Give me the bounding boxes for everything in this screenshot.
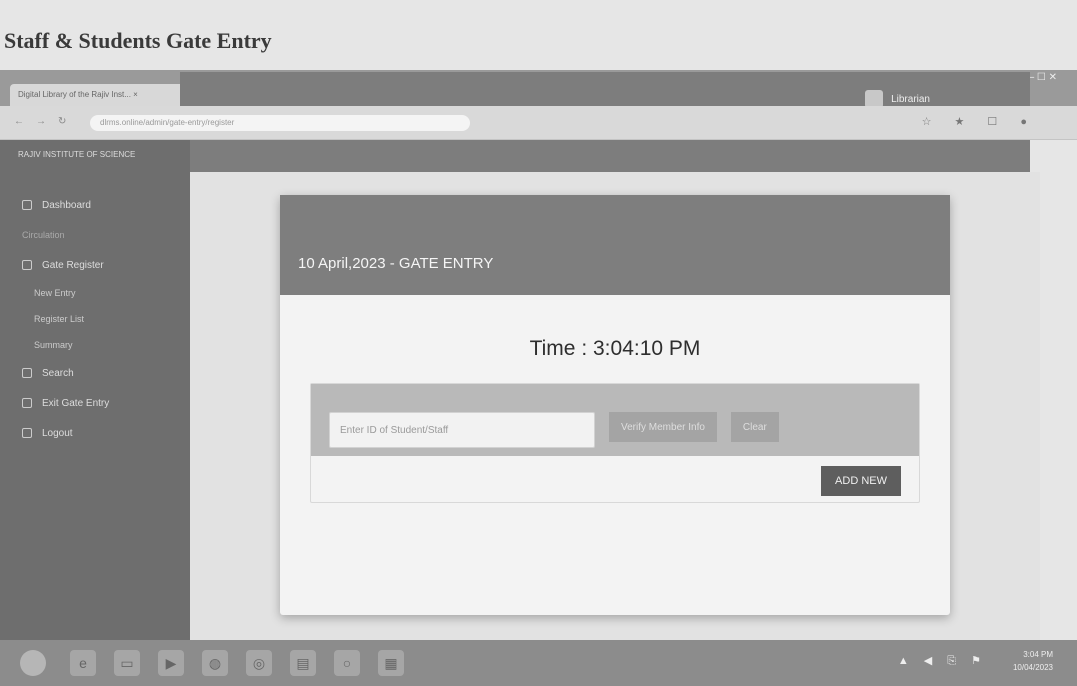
gate-entry-modal: 10 April,2023 - GATE ENTRY Time : 3:04:1… — [280, 195, 950, 615]
dashboard-icon — [22, 200, 32, 210]
taskbar-clock[interactable]: 3:04 PM 10/04/2023 — [1013, 648, 1053, 674]
sidebar-item-search[interactable]: Search — [0, 358, 190, 388]
browser-extension-icons[interactable]: ☆ ★ ☐ ● — [922, 115, 1037, 128]
sidebar-item-logout[interactable]: Logout — [0, 418, 190, 448]
clock-label: Time : — [529, 337, 588, 360]
member-id-input[interactable] — [329, 412, 595, 448]
sidebar-item-label: Logout — [42, 427, 73, 439]
register-icon — [22, 260, 32, 270]
notes-icon[interactable]: ▤ — [290, 650, 316, 676]
taskbar-apps: e ▭ ▶ ◍ ◎ ▤ ○ ▦ — [70, 650, 404, 676]
system-tray-icons[interactable]: ▲ ◀ ⎘ ⚑ — [898, 654, 987, 668]
exit-icon — [22, 398, 32, 408]
add-row: ADD NEW — [311, 456, 919, 496]
sidebar-item-label: Register List — [34, 314, 85, 324]
document-heading: Staff & Students Gate Entry — [4, 28, 272, 53]
sidebar-section-label: Circulation — [22, 230, 65, 240]
browser-tab[interactable]: Digital Library of the Rajiv Inst... × — [10, 84, 185, 106]
brand-logo-text: RAJIV INSTITUTE OF SCIENCE — [18, 150, 136, 159]
app-icon[interactable]: ○ — [334, 650, 360, 676]
entry-form-row: Verify Member Info Clear — [311, 384, 919, 456]
clock-value: 3:04:10 PM — [593, 337, 701, 360]
verify-member-button[interactable]: Verify Member Info — [609, 412, 717, 442]
media-player-icon[interactable]: ▶ — [158, 650, 184, 676]
sidebar-item-label: Dashboard — [42, 199, 91, 211]
sidebar-item-exit-gate-entry[interactable]: Exit Gate Entry — [0, 388, 190, 418]
sidebar-item-label: Gate Register — [42, 259, 104, 271]
sidebar-subitem-new-entry[interactable]: New Entry — [0, 280, 190, 306]
search-icon — [22, 368, 32, 378]
start-button[interactable] — [20, 650, 46, 676]
page-title: 10 April,2023 - GATE ENTRY — [298, 255, 494, 272]
address-bar: ← → ↻ dlrms.online/admin/gate-entry/regi… — [0, 106, 1077, 140]
firefox-icon[interactable]: ◍ — [202, 650, 228, 676]
chrome-icon[interactable]: ◎ — [246, 650, 272, 676]
sidebar: RAJIV INSTITUTE OF SCIENCE Dashboard Cir… — [0, 140, 190, 660]
clear-button[interactable]: Clear — [730, 412, 779, 442]
tab-close-icon[interactable]: × — [133, 90, 138, 99]
sidebar-subitem-register-list[interactable]: Register List — [0, 306, 190, 332]
taskbar-time: 3:04 PM — [1023, 650, 1053, 659]
reload-icon[interactable]: ↻ — [58, 116, 66, 127]
forward-icon[interactable]: → — [36, 116, 46, 127]
back-icon[interactable]: ← — [14, 116, 24, 127]
sidebar-section-circulation: Circulation — [0, 220, 190, 250]
sidebar-item-label: New Entry — [34, 288, 76, 298]
calculator-icon[interactable]: ▦ — [378, 650, 404, 676]
tab-title: Digital Library of the Rajiv Inst... — [18, 90, 131, 99]
taskbar: e ▭ ▶ ◍ ◎ ▤ ○ ▦ ▲ ◀ ⎘ ⚑ 3:04 PM 10/04/20… — [0, 640, 1077, 686]
taskbar-date: 10/04/2023 — [1012, 663, 1053, 672]
sidebar-item-label: Exit Gate Entry — [42, 397, 110, 409]
modal-header: 10 April,2023 - GATE ENTRY — [280, 195, 950, 295]
folder-icon[interactable]: ▭ — [114, 650, 140, 676]
sidebar-item-dashboard[interactable]: Dashboard — [0, 190, 190, 220]
entry-panel: Verify Member Info Clear ADD NEW — [310, 383, 920, 503]
sidebar-nav: Dashboard Circulation Gate Register New … — [0, 190, 190, 448]
sidebar-item-label: Summary — [34, 340, 73, 350]
sidebar-item-label: Search — [42, 367, 74, 379]
live-clock: Time : 3:04:10 PM — [280, 337, 950, 361]
url-field[interactable]: dlrms.online/admin/gate-entry/register — [90, 115, 470, 131]
browser-ie-icon[interactable]: e — [70, 650, 96, 676]
logout-icon — [22, 428, 32, 438]
sidebar-item-gate-register[interactable]: Gate Register — [0, 250, 190, 280]
add-new-button[interactable]: ADD NEW — [821, 466, 901, 496]
sidebar-subitem-summary[interactable]: Summary — [0, 332, 190, 358]
user-name: Librarian — [891, 93, 930, 105]
